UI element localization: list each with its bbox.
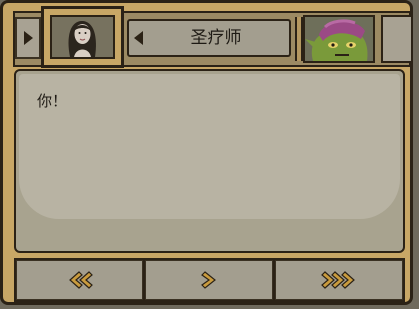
dialogue-text: 你！ bbox=[37, 92, 68, 110]
goblin-with-purple-hat-portrait-icon[interactable] bbox=[303, 15, 375, 63]
long-haired-woman-portrait-icon bbox=[50, 15, 115, 59]
header-divider bbox=[295, 17, 303, 61]
speaker-name-plate: 圣疗师 bbox=[127, 19, 291, 57]
dialogue-panel: 你！ bbox=[14, 69, 405, 253]
name-plate-arrow-icon bbox=[134, 31, 143, 45]
previous-speaker-button[interactable] bbox=[15, 17, 41, 59]
dialogue-text-area: 你！ bbox=[19, 74, 400, 219]
dialogue-window: 圣疗师 你！ bbox=[0, 0, 413, 305]
next-button[interactable] bbox=[145, 260, 273, 300]
active-speaker-portrait[interactable] bbox=[41, 6, 124, 68]
rewind-button[interactable] bbox=[16, 260, 143, 300]
speaker-name: 圣疗师 bbox=[190, 28, 242, 48]
next-speaker-button[interactable] bbox=[381, 15, 413, 63]
fast-forward-button[interactable] bbox=[275, 260, 403, 300]
dialogue-navigation-bar bbox=[14, 258, 405, 302]
